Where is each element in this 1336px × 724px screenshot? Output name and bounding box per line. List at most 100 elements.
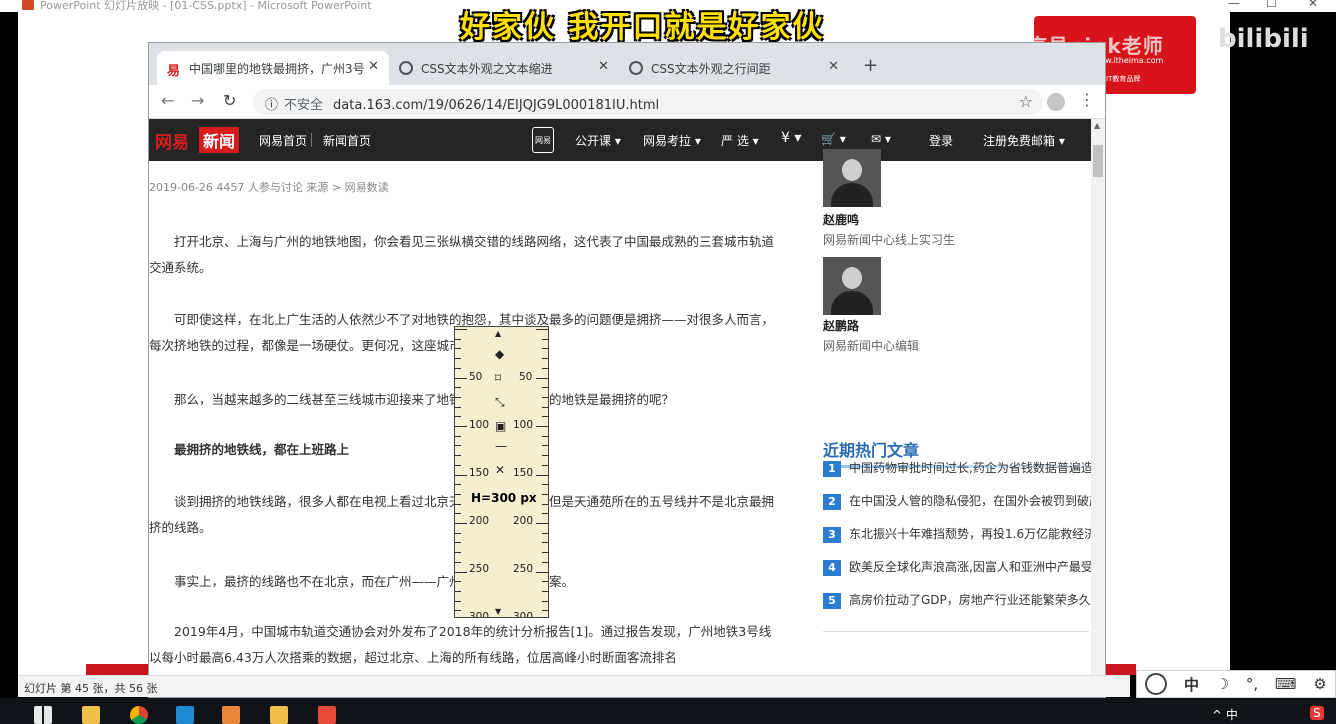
ruler-tick — [542, 445, 548, 447]
toolbar: ← → ↻ ⓘ 不安全 data.163.com/19/0626/14/EIJQJG… — [149, 85, 1105, 119]
ime-punct-icon[interactable]: °, — [1246, 675, 1258, 693]
nav-kaola[interactable]: 网易考拉 ▾ — [643, 132, 701, 149]
ruler-minimize-icon[interactable]: — — [495, 439, 507, 453]
nav-link-netease-home[interactable]: 网易首页 — [259, 132, 307, 149]
ruler-tick — [455, 484, 461, 486]
hot-article-item[interactable]: 2 在中国没人管的隐私侵犯，在国外会被罚到破产 — [823, 492, 1091, 512]
ruler-tick — [455, 406, 461, 408]
ruler-tick — [542, 416, 548, 418]
tab-line-height[interactable]: CSS文本外观之行间距 ✕ — [619, 51, 849, 85]
ruler-down-icon[interactable]: ▼ — [495, 607, 501, 616]
ime-moon-icon[interactable]: ☽ — [1216, 675, 1229, 693]
windows-taskbar: ^ 中 S — [0, 698, 1336, 724]
hot-article-item[interactable]: 1 中国药物审批时间过长,药企为省钱数据普遍造 — [823, 459, 1091, 479]
close-button[interactable]: ✕ — [1308, 0, 1318, 10]
ruler-tick — [455, 377, 467, 379]
info-icon[interactable]: ⓘ — [265, 98, 278, 113]
ruler-tick — [455, 329, 467, 330]
hot-article-title[interactable]: 欧美反全球化声浪高涨,因富人和亚洲中产最受 — [849, 560, 1091, 574]
ruler-tick — [542, 532, 548, 534]
screen-ruler-app-icon[interactable] — [318, 706, 336, 724]
ruler-orientation-icon[interactable]: ◆ — [495, 347, 504, 361]
ruler-label-right: 50 — [519, 371, 533, 383]
ruler-label-right: 250 — [513, 563, 534, 575]
ruler-tick — [455, 493, 461, 495]
ruler-tick — [455, 358, 461, 360]
close-tab-icon[interactable]: ✕ — [828, 59, 839, 74]
photoshop-icon[interactable] — [222, 706, 240, 724]
ruler-tick — [536, 377, 548, 379]
globe-icon — [629, 61, 643, 75]
ime-logo-icon[interactable] — [1145, 673, 1168, 695]
reload-icon[interactable]: ↻ — [223, 91, 236, 110]
page-content: 网易 新闻 网易首页 新闻首页 网易 公开课 ▾ 网易考拉 ▾ 严 选 ▾ ¥ … — [149, 119, 1091, 697]
scroll-thumb[interactable] — [1093, 145, 1103, 177]
system-tray[interactable]: ^ 中 — [1212, 706, 1238, 723]
hot-article-title[interactable]: 中国药物审批时间过长,药企为省钱数据普遍造 — [849, 461, 1091, 475]
page-scrollbar[interactable]: ▲ ▼ — [1091, 119, 1105, 697]
tab-active[interactable]: 易中国哪里的地铁最拥挤，广州3号 ✕ — [157, 51, 389, 85]
hot-article-item[interactable]: 5 高房价拉动了GDP，房地产行业还能繁荣多久 — [823, 591, 1091, 611]
ime-chinese-toggle[interactable]: 中 — [1184, 674, 1199, 695]
powerpoint-icon — [22, 0, 34, 10]
profile-avatar-icon[interactable] — [1047, 93, 1065, 111]
ime-keyboard-icon[interactable]: ⌨ — [1275, 675, 1297, 693]
bookmark-star-icon[interactable]: ☆ — [1019, 92, 1033, 111]
ruler-tick — [542, 338, 548, 340]
hot-article-title[interactable]: 高房价拉动了GDP，房地产行业还能繁荣多久 — [849, 593, 1091, 607]
hot-article-title[interactable]: 东北振兴十年难挡颓势，再投1.6万亿能救经济 — [849, 527, 1091, 541]
maximize-button[interactable]: ☐ — [1266, 0, 1277, 10]
screen-ruler[interactable]: ▲ ◆ ⌑ ⤡ ▣ — ✕ H=300 px ▼ 50 50 100 100 1… — [454, 326, 549, 618]
ruler-tick — [542, 464, 548, 466]
new-tab-button[interactable]: + — [863, 55, 878, 76]
ruler-close-icon[interactable]: ✕ — [495, 463, 505, 477]
nav-open-course[interactable]: 公开课 ▾ — [575, 132, 621, 149]
ruler-label-left: 150 — [469, 467, 490, 479]
vscode-icon[interactable] — [176, 706, 194, 724]
tab-text-indent[interactable]: CSS文本外观之文本缩进 ✕ — [389, 51, 619, 85]
author-avatar — [823, 149, 881, 207]
file-explorer-icon[interactable] — [82, 706, 100, 724]
ruler-label-left: 300 — [469, 611, 490, 618]
insecure-label: 不安全 — [284, 98, 324, 113]
url-text[interactable]: data.163.com/19/0626/14/EIJQJG9L000181IU… — [333, 98, 659, 113]
netease-favicon-icon: 易 — [167, 64, 181, 79]
hot-article-item[interactable]: 3 东北振兴十年难挡颓势，再投1.6万亿能救经济 — [823, 525, 1091, 545]
ruler-pin-icon[interactable]: ▣ — [495, 419, 506, 433]
windows-start-icon[interactable] — [34, 706, 52, 724]
scroll-up-icon[interactable]: ▲ — [1094, 121, 1100, 130]
ruler-up-icon[interactable]: ▲ — [495, 329, 501, 338]
ruler-tick — [455, 590, 461, 592]
nav-yuan-icon[interactable]: ¥ ▾ — [781, 130, 801, 146]
nav-yanxuan[interactable]: 严 选 ▾ — [721, 132, 759, 149]
author-role: 网易新闻中心编辑 — [823, 339, 920, 353]
author-name[interactable]: 赵鹏路 — [823, 317, 859, 334]
netease-logo[interactable]: 网易 — [155, 128, 189, 153]
ruler-label-left: 100 — [469, 419, 490, 431]
author-role: 网易新闻中心线上实习生 — [823, 233, 956, 247]
close-tab-icon[interactable]: ✕ — [368, 59, 379, 74]
ime-toolbar[interactable]: 中 ☽ °, ⌨ ⚙ — [1136, 670, 1336, 698]
ruler-tick — [542, 581, 548, 583]
nav-link-news-home[interactable]: 新闻首页 — [323, 132, 371, 149]
mobile-app-icon[interactable]: 网易 — [532, 127, 554, 153]
ruler-tick — [542, 367, 548, 369]
close-tab-icon[interactable]: ✕ — [598, 59, 609, 74]
ruler-crop-icon[interactable]: ⌑ — [495, 371, 501, 385]
forward-icon[interactable]: → — [191, 91, 204, 110]
ime-settings-icon[interactable]: ⚙ — [1313, 675, 1326, 693]
hot-article-item[interactable]: 4 欧美反全球化声浪高涨,因富人和亚洲中产最受 — [823, 558, 1091, 578]
address-bar[interactable]: ⓘ 不安全 data.163.com/19/0626/14/EIJQJG9L0001… — [253, 89, 1043, 115]
minimize-button[interactable]: — — [1228, 0, 1240, 10]
menu-dots-icon[interactable]: ⋮ — [1079, 90, 1095, 109]
sogou-icon[interactable]: S — [1310, 706, 1324, 720]
slide-counter: 幻灯片 第 45 张，共 56 张 — [24, 682, 158, 695]
ruler-tick — [542, 348, 548, 350]
hot-article-title[interactable]: 在中国没人管的隐私侵犯，在国外会被罚到破产 — [849, 494, 1091, 508]
news-logo[interactable]: 新闻 — [199, 127, 240, 153]
chrome-icon[interactable] — [130, 706, 148, 724]
author-name[interactable]: 赵鹿鸣 — [823, 211, 859, 228]
help-icon[interactable] — [270, 706, 288, 724]
back-icon[interactable]: ← — [161, 91, 174, 110]
ruler-diagonal-icon[interactable]: ⤡ — [495, 395, 505, 410]
